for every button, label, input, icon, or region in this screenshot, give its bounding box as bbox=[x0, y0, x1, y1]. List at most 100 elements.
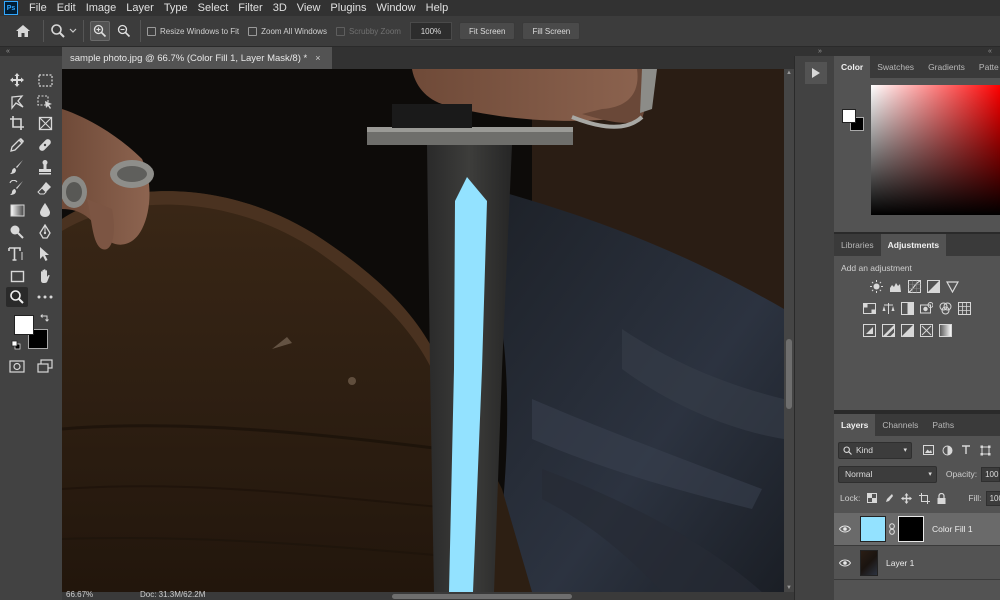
layer-image-thumbnail[interactable] bbox=[860, 550, 878, 576]
type-tool[interactable] bbox=[6, 244, 28, 264]
crop-tool[interactable] bbox=[6, 113, 28, 133]
channel-mixer-icon[interactable] bbox=[939, 302, 952, 315]
lock-transparent-icon[interactable] bbox=[867, 492, 878, 504]
object-selection-tool[interactable] bbox=[34, 92, 56, 112]
menu-file[interactable]: File bbox=[24, 0, 52, 16]
scroll-thumb[interactable] bbox=[786, 339, 792, 409]
zoom-tool-preset[interactable] bbox=[50, 23, 77, 39]
tab-swatches[interactable]: Swatches bbox=[870, 56, 921, 78]
photo-filter-icon[interactable] bbox=[920, 302, 933, 315]
eraser-tool[interactable] bbox=[34, 178, 56, 198]
quick-mask-button[interactable] bbox=[6, 356, 28, 376]
layer-row-layer-1[interactable]: Layer 1 bbox=[834, 547, 1000, 580]
invert-icon[interactable] bbox=[863, 324, 876, 337]
filter-pixel-icon[interactable] bbox=[922, 444, 934, 456]
tab-adjustments[interactable]: Adjustments bbox=[880, 234, 947, 256]
menu-select[interactable]: Select bbox=[193, 0, 234, 16]
layer-name[interactable]: Color Fill 1 bbox=[932, 524, 973, 534]
status-doc-size[interactable]: Doc: 31.3M/62.2M bbox=[140, 590, 205, 599]
tab-channels[interactable]: Channels bbox=[875, 414, 925, 436]
menu-help[interactable]: Help bbox=[421, 0, 454, 16]
menu-plugins[interactable]: Plugins bbox=[325, 0, 371, 16]
zoom-percent-field[interactable]: 100% bbox=[409, 22, 452, 40]
lasso-tool[interactable] bbox=[6, 92, 28, 112]
default-colors-icon[interactable] bbox=[10, 339, 22, 351]
checkbox-box[interactable] bbox=[147, 26, 156, 36]
black-white-icon[interactable] bbox=[901, 302, 914, 315]
healing-brush-tool[interactable] bbox=[34, 135, 56, 155]
layer-fill-thumbnail[interactable] bbox=[860, 516, 886, 542]
collapse-panels-icon-right[interactable]: « bbox=[988, 47, 992, 56]
history-brush-tool[interactable] bbox=[6, 178, 28, 198]
swap-colors-icon[interactable] bbox=[38, 312, 50, 324]
close-icon[interactable]: × bbox=[315, 53, 320, 63]
color-lookup-icon[interactable] bbox=[958, 302, 971, 315]
screen-mode-button[interactable] bbox=[34, 356, 56, 376]
menu-layer[interactable]: Layer bbox=[121, 0, 159, 16]
marquee-tool[interactable] bbox=[34, 70, 56, 90]
vibrance-icon[interactable] bbox=[946, 280, 959, 293]
exposure-icon[interactable] bbox=[927, 280, 940, 293]
edit-toolbar-button[interactable] bbox=[34, 287, 56, 307]
lock-image-icon[interactable] bbox=[884, 492, 894, 504]
filter-adjustment-icon[interactable] bbox=[941, 444, 953, 456]
horizontal-scroll-thumb[interactable] bbox=[392, 594, 572, 599]
eyedropper-tool[interactable] bbox=[6, 135, 28, 155]
scroll-down-arrow[interactable]: ▼ bbox=[784, 585, 794, 591]
fill-input[interactable]: 100 bbox=[985, 490, 1000, 506]
blend-mode-select[interactable]: Normal ▾ bbox=[838, 465, 937, 483]
zoom-in-button[interactable] bbox=[90, 21, 110, 41]
tab-color[interactable]: Color bbox=[834, 56, 871, 78]
zoom-all-windows-checkbox[interactable]: Zoom All Windows bbox=[248, 26, 327, 36]
brightness-contrast-icon[interactable] bbox=[870, 280, 883, 293]
color-picker-field[interactable] bbox=[871, 85, 1000, 215]
menu-type[interactable]: Type bbox=[159, 0, 193, 16]
layer-name[interactable]: Layer 1 bbox=[886, 558, 914, 568]
tab-layers[interactable]: Layers bbox=[834, 414, 876, 436]
opacity-input[interactable]: 100 bbox=[981, 466, 1000, 482]
levels-icon[interactable] bbox=[889, 280, 902, 293]
posterize-icon[interactable] bbox=[882, 324, 895, 337]
menu-3d[interactable]: 3D bbox=[268, 0, 292, 16]
dodge-tool[interactable] bbox=[6, 222, 28, 242]
tab-libraries[interactable]: Libraries bbox=[834, 234, 881, 256]
checkbox-box[interactable] bbox=[248, 26, 258, 36]
layer-row-color-fill[interactable]: Color Fill 1 bbox=[834, 513, 1000, 546]
collapse-toolbar-icon[interactable]: « bbox=[6, 47, 10, 56]
rectangle-tool[interactable] bbox=[6, 266, 28, 286]
status-zoom[interactable]: 66.67% bbox=[66, 590, 93, 599]
panel-foreground-swatch[interactable] bbox=[842, 109, 856, 123]
foreground-color-swatch[interactable] bbox=[14, 315, 34, 335]
lock-all-icon[interactable] bbox=[937, 492, 946, 504]
menu-view[interactable]: View bbox=[292, 0, 326, 16]
tab-gradients[interactable]: Gradients bbox=[921, 56, 972, 78]
collapse-panels-icon[interactable]: » bbox=[818, 47, 822, 56]
path-selection-tool[interactable] bbox=[34, 244, 56, 264]
layer-mask-thumbnail[interactable] bbox=[898, 516, 924, 542]
fill-screen-button[interactable]: Fill Screen bbox=[522, 22, 581, 40]
hand-tool[interactable] bbox=[34, 266, 56, 286]
gradient-tool[interactable] bbox=[6, 200, 28, 220]
document-tab[interactable]: sample photo.jpg @ 66.7% (Color Fill 1, … bbox=[62, 47, 332, 69]
tab-patterns[interactable]: Patte bbox=[972, 56, 1000, 78]
actions-panel-button[interactable] bbox=[805, 62, 827, 84]
checkbox-box[interactable] bbox=[335, 26, 345, 36]
threshold-icon[interactable] bbox=[901, 324, 914, 337]
brush-tool[interactable] bbox=[6, 157, 28, 177]
filter-shape-icon[interactable] bbox=[979, 444, 991, 456]
move-tool[interactable] bbox=[6, 70, 28, 90]
gradient-map-icon[interactable] bbox=[939, 324, 952, 337]
home-button[interactable] bbox=[9, 19, 37, 43]
scroll-up-arrow[interactable]: ▲ bbox=[784, 70, 794, 76]
canvas[interactable] bbox=[62, 69, 784, 592]
pen-tool[interactable] bbox=[34, 222, 56, 242]
fit-screen-button[interactable]: Fit Screen bbox=[458, 22, 516, 40]
scrubby-zoom-checkbox[interactable]: Scrubby Zoom bbox=[335, 26, 401, 36]
menu-image[interactable]: Image bbox=[81, 0, 122, 16]
filter-type-icon[interactable] bbox=[960, 444, 972, 456]
filter-kind-select[interactable]: Kind ▾ bbox=[838, 441, 912, 459]
document-image[interactable] bbox=[62, 69, 784, 592]
visibility-eye-icon[interactable] bbox=[834, 559, 856, 567]
curves-icon[interactable] bbox=[908, 280, 921, 293]
blur-tool[interactable] bbox=[34, 200, 56, 220]
